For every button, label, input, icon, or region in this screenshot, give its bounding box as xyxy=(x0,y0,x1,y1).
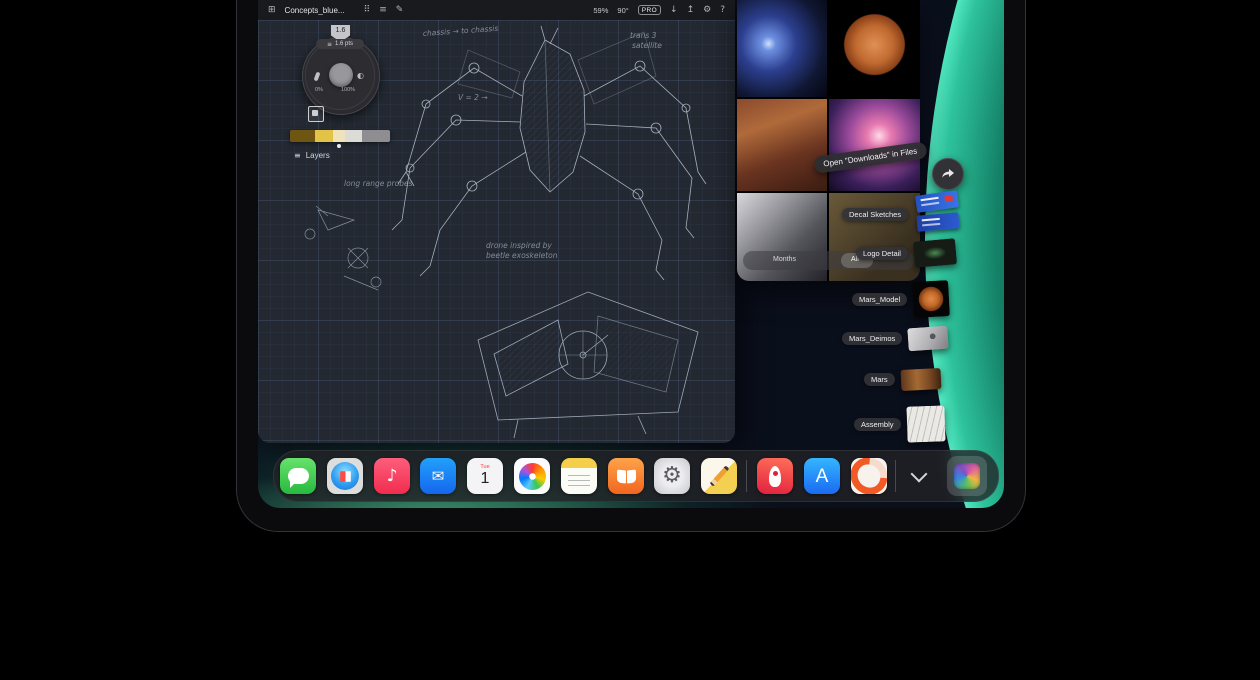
drag-overlay: Open "Downloads" in Files Decal Sketches xyxy=(258,0,1004,508)
brush-preview[interactable] xyxy=(329,63,353,87)
dock-app-concepts[interactable] xyxy=(851,458,887,494)
brush-size-pill[interactable]: ≡ 1.6 pts xyxy=(316,39,364,49)
open-book-icon xyxy=(617,470,636,483)
decal-thumb-1 xyxy=(915,190,959,213)
drag-item-label: Decal Sketches xyxy=(842,208,908,221)
drag-item-label: Logo Detail xyxy=(856,247,908,260)
dock-app-settings[interactable]: ⚙ xyxy=(654,458,690,494)
brush-size-label: 1.6 pts xyxy=(335,41,353,47)
drag-item-logo-detail[interactable]: Logo Detail xyxy=(856,240,956,266)
book-page-left xyxy=(617,469,626,483)
concepts-c-icon xyxy=(851,458,887,494)
dock-app-appstore[interactable]: A xyxy=(804,458,840,494)
appstore-a-icon: A xyxy=(816,467,829,486)
calendar-day: 1 xyxy=(481,471,490,487)
drag-item-assembly[interactable]: Assembly xyxy=(854,406,945,442)
dock: ♪ ✉ Tue 1 xyxy=(273,450,999,502)
music-note-icon: ♪ xyxy=(387,468,398,485)
decal-thumb-2 xyxy=(916,212,959,232)
forward-arrow-icon xyxy=(940,166,956,182)
dock-app-books[interactable] xyxy=(608,458,644,494)
drag-thumb-logo xyxy=(913,238,957,268)
drag-thumb-mars xyxy=(900,368,941,391)
dock-app-photos[interactable] xyxy=(514,458,550,494)
pencil-icon xyxy=(709,465,729,486)
decal-text-lines xyxy=(922,218,940,222)
dock-app-mail[interactable]: ✉ xyxy=(420,458,456,494)
drag-thumb-deimos xyxy=(908,326,950,352)
dock-app-notes[interactable] xyxy=(561,458,597,494)
drag-item-mars[interactable]: Mars xyxy=(864,369,941,390)
drag-item-label: Assembly xyxy=(854,418,901,431)
calendar-icon: Tue 1 xyxy=(480,465,489,488)
book-page-right xyxy=(627,469,636,483)
dock-app-sketch[interactable] xyxy=(701,458,737,494)
chevron-down-icon xyxy=(911,466,928,483)
opacity-max-label: 100% xyxy=(341,87,355,93)
recent-app-icon xyxy=(954,463,980,489)
pill-menu-icon: ≡ xyxy=(327,41,332,48)
message-bubble-icon xyxy=(288,468,309,484)
drag-item-decal-sketches[interactable]: Decal Sketches xyxy=(842,192,962,236)
drop-hint-banner: Open "Downloads" in Files xyxy=(813,141,927,174)
ipad-screen: ⊞ Concepts_blue... ⠿ ≡ ✎ 59% 90° PRO ↓ ↥… xyxy=(258,0,1004,508)
envelope-icon: ✉ xyxy=(432,469,445,484)
photos-flower-icon xyxy=(519,463,546,490)
dock-divider xyxy=(895,460,896,492)
dock-recent-app[interactable] xyxy=(947,456,987,496)
drag-item-label: Mars_Model xyxy=(852,293,907,306)
dock-app-calendar[interactable]: Tue 1 xyxy=(467,458,503,494)
notes-lines-icon xyxy=(568,475,590,489)
drag-copy-badge xyxy=(932,158,964,190)
rocket-icon xyxy=(769,466,781,487)
drag-item-mars-model[interactable]: Mars_Model xyxy=(852,281,949,317)
drag-thumb-decals xyxy=(914,192,962,236)
opacity-min-label: 0% xyxy=(315,87,323,93)
ipad-device: ⊞ Concepts_blue... ⠿ ≡ ✎ 59% 90° PRO ↓ ↥… xyxy=(236,0,1026,532)
background: ⊞ Concepts_blue... ⠿ ≡ ✎ 59% 90° PRO ↓ ↥… xyxy=(0,0,1260,680)
decal-text-lines xyxy=(921,197,939,201)
dock-app-safari[interactable] xyxy=(327,458,363,494)
gear-icon: ⚙ xyxy=(662,465,682,487)
drag-thumb-mars-model xyxy=(912,280,950,318)
dock-app-music[interactable]: ♪ xyxy=(374,458,410,494)
dock-app-messages[interactable] xyxy=(280,458,316,494)
dock-app-rocket[interactable] xyxy=(757,458,793,494)
compass-needle-icon xyxy=(334,465,355,486)
contrast-icon[interactable]: ◐ xyxy=(357,71,364,80)
drag-item-mars-deimos[interactable]: Mars_Deimos xyxy=(842,327,948,350)
drag-thumb-assembly xyxy=(906,405,945,442)
decal-red-mark xyxy=(944,195,953,202)
dock-chevron-button[interactable] xyxy=(907,464,931,488)
drag-item-label: Mars_Deimos xyxy=(842,332,902,345)
compass-icon xyxy=(331,462,359,490)
drag-item-label: Mars xyxy=(864,373,895,386)
dock-divider xyxy=(746,460,747,492)
